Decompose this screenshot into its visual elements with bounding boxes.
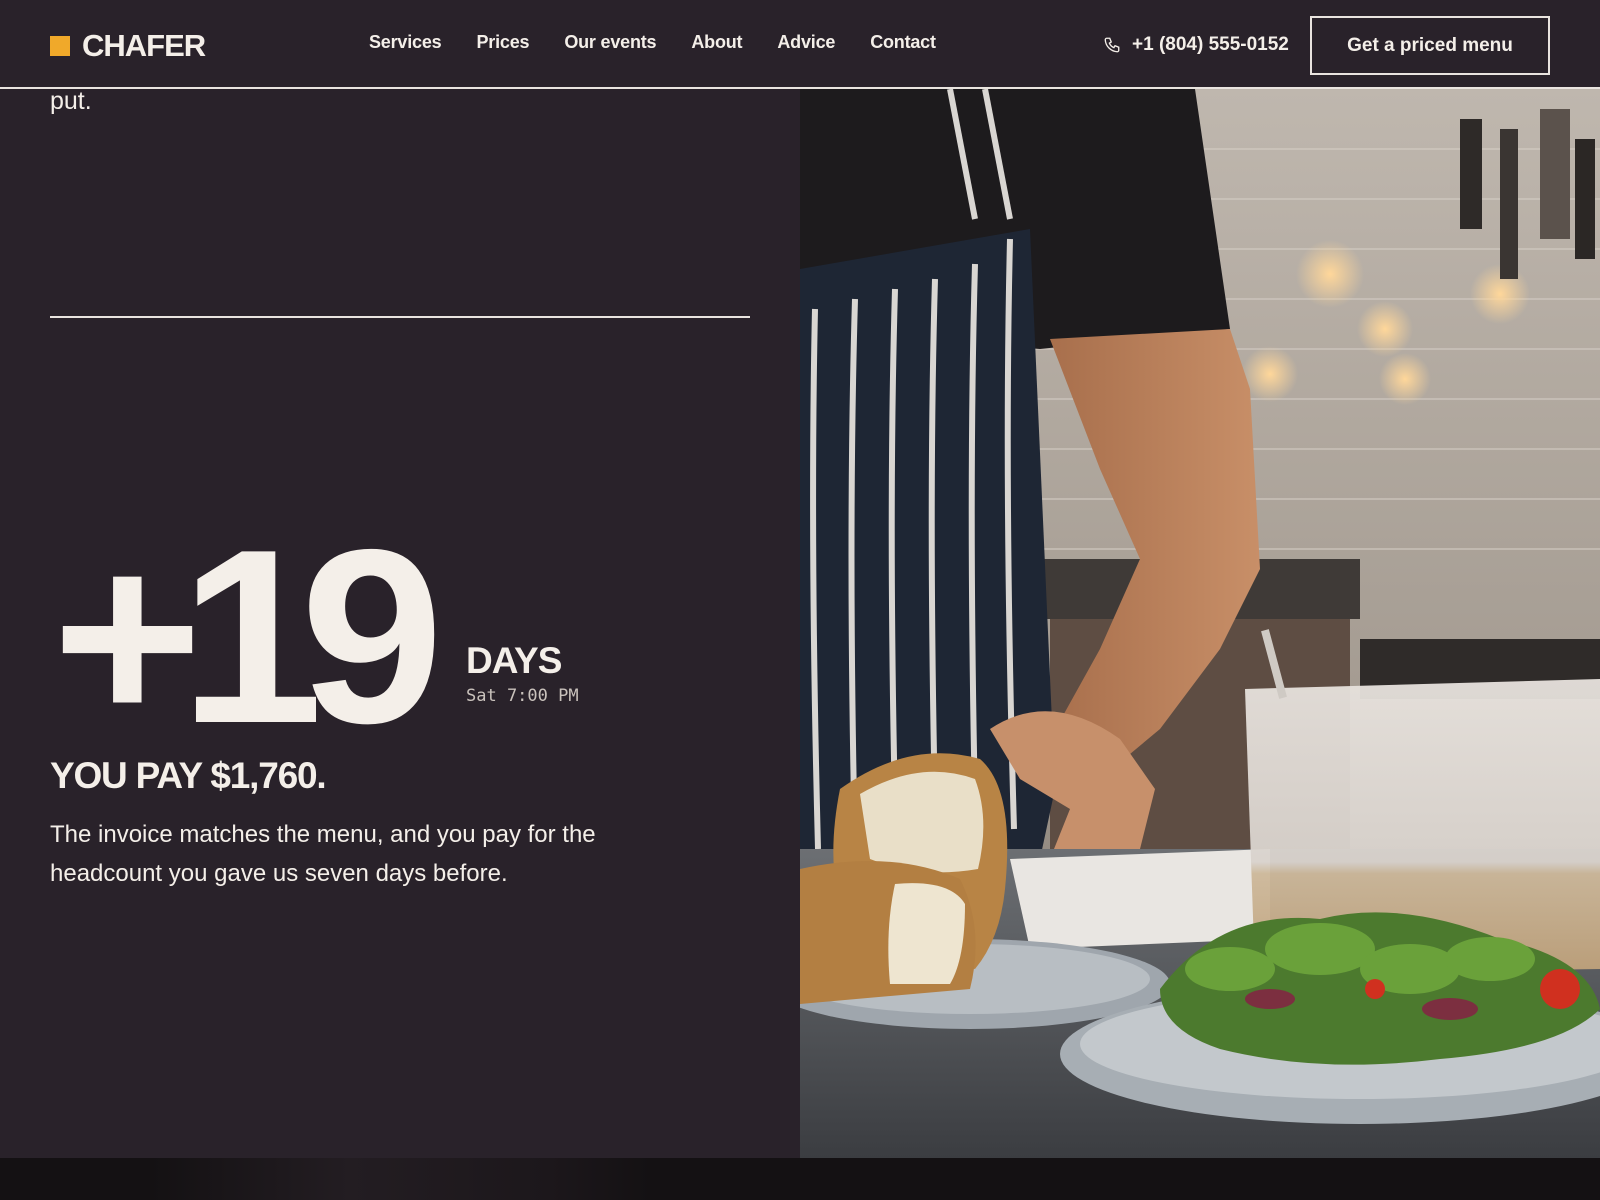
phone-number: +1 (804) 555-0152 xyxy=(1132,34,1289,55)
stat-unit: DAYS xyxy=(466,640,562,681)
nav-item-services[interactable]: Services xyxy=(369,32,442,53)
logo-mark-icon xyxy=(50,36,70,56)
brand-name: CHAFER xyxy=(82,28,206,63)
brand-logo[interactable]: CHAFER xyxy=(50,28,206,64)
chef-photo xyxy=(800,89,1600,1158)
bottom-strip xyxy=(0,1158,1600,1200)
nav-item-about[interactable]: About xyxy=(691,32,742,53)
divider xyxy=(50,316,750,318)
nav-item-advice[interactable]: Advice xyxy=(777,32,835,53)
main-nav: Services Prices Our events About Advice … xyxy=(369,32,936,53)
nav-item-our-events[interactable]: Our events xyxy=(564,32,656,53)
content-panel: put. +19 DAYS Sat 7:00 PM YOU PAY $1,760… xyxy=(0,0,800,1158)
cut-off-paragraph: put. xyxy=(50,87,92,115)
phone-link[interactable]: +1 (804) 555-0152 xyxy=(1103,34,1289,56)
stat-subtext: Sat 7:00 PM xyxy=(466,686,579,706)
phone-icon xyxy=(1104,37,1120,53)
description: The invoice matches the menu, and you pa… xyxy=(50,821,596,887)
nav-item-contact[interactable]: Contact xyxy=(870,32,936,53)
get-priced-menu-button[interactable]: Get a priced menu xyxy=(1310,16,1550,75)
site-header: CHAFER Services Prices Our events About … xyxy=(0,0,1600,89)
pay-heading: YOU PAY $1,760. xyxy=(50,755,327,796)
stat-value: +19 xyxy=(52,497,444,775)
nav-item-prices[interactable]: Prices xyxy=(476,32,529,53)
